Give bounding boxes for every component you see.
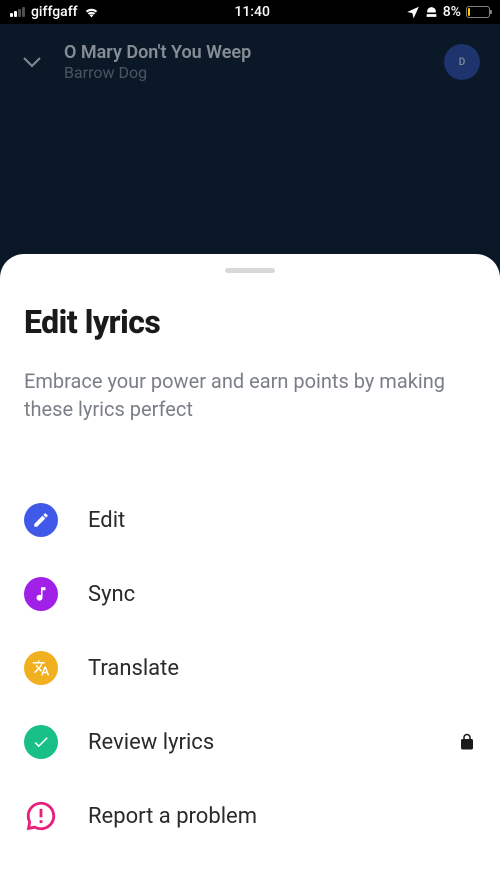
battery-icon [466, 6, 490, 18]
time-label: 11:40 [234, 4, 270, 20]
alarm-icon [425, 6, 438, 19]
status-bar: giffgaff 11:40 8% [0, 0, 500, 24]
lock-icon [458, 733, 476, 751]
menu-label-review: Review lyrics [88, 730, 428, 755]
wifi-icon [84, 7, 99, 18]
status-right: 8% [406, 4, 490, 20]
status-left: giffgaff [10, 4, 99, 20]
menu-label-sync: Sync [88, 582, 476, 607]
carrier-label: giffgaff [31, 4, 78, 20]
bottom-sheet: Edit lyrics Embrace your power and earn … [0, 254, 500, 889]
menu-label-report: Report a problem [88, 804, 476, 829]
drag-handle[interactable] [225, 268, 275, 273]
track-title: O Mary Don't You Weep [64, 42, 424, 63]
music-note-icon [24, 577, 58, 611]
player-header: O Mary Don't You Weep Barrow Dog D [0, 24, 500, 100]
check-icon [24, 725, 58, 759]
sheet-subtitle: Embrace your power and earn points by ma… [24, 367, 476, 423]
report-icon [24, 799, 58, 833]
pencil-icon [24, 503, 58, 537]
menu-item-review[interactable]: Review lyrics [24, 705, 476, 779]
track-artist: Barrow Dog [64, 63, 424, 82]
menu-item-report[interactable]: Report a problem [24, 779, 476, 853]
sheet-title: Edit lyrics [24, 303, 476, 341]
translate-icon [24, 651, 58, 685]
avatar[interactable]: D [444, 44, 480, 80]
track-info[interactable]: O Mary Don't You Weep Barrow Dog [64, 42, 424, 82]
battery-label: 8% [443, 4, 461, 20]
menu-label-translate: Translate [88, 656, 476, 681]
collapse-button[interactable] [20, 50, 44, 74]
location-icon [406, 5, 420, 19]
signal-icon [10, 7, 25, 17]
menu-label-edit: Edit [88, 508, 476, 533]
menu-item-sync[interactable]: Sync [24, 557, 476, 631]
menu-item-edit[interactable]: Edit [24, 483, 476, 557]
chevron-down-icon [22, 56, 42, 68]
avatar-initial: D [459, 57, 466, 68]
menu-item-translate[interactable]: Translate [24, 631, 476, 705]
